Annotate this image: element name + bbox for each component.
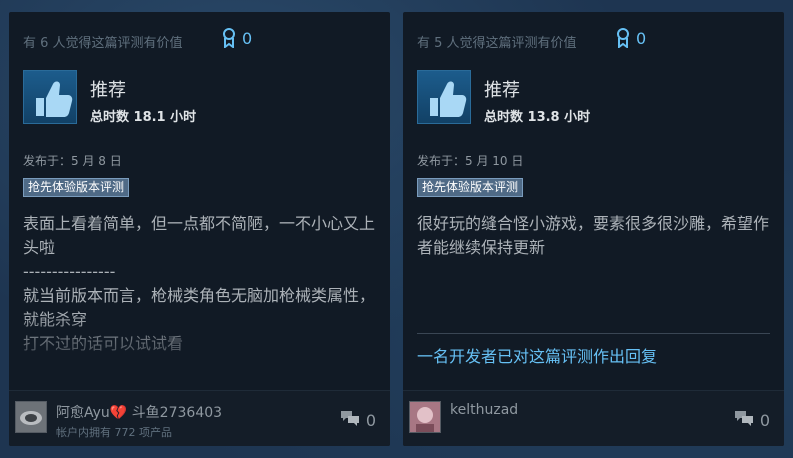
comment-count: 0	[759, 410, 770, 430]
posted-date: 发布于：5 月 8 日	[23, 154, 122, 168]
helpful-count: 有 6 人觉得这篇评测有价值	[23, 36, 183, 51]
broken-heart-icon: 💔	[109, 405, 128, 421]
posted-date: 发布于：5 月 10 日	[417, 154, 524, 168]
comment-count: 0	[365, 410, 376, 430]
award-ribbon-icon	[616, 28, 630, 48]
review-footer: 阿愈Ayu💔 斗鱼2736403 帐户内拥有 772 项产品 0	[9, 390, 390, 446]
early-access-badge: 抢先体验版本评测	[23, 178, 130, 197]
award-button[interactable]: 0	[616, 28, 646, 48]
comments-button[interactable]: 0	[734, 409, 770, 431]
award-button[interactable]: 0	[222, 28, 252, 48]
comments-button[interactable]: 0	[340, 409, 376, 431]
avatar[interactable]	[409, 401, 441, 433]
review-footer: kelthuzad 0	[403, 390, 784, 446]
recommendation-title[interactable]: 推荐	[90, 76, 126, 102]
author-name[interactable]: 阿愈Ayu💔 斗鱼2736403	[56, 402, 222, 422]
comment-bubbles-icon	[734, 409, 754, 431]
review-body[interactable]: 表面上看着简单，但一点都不简陋，一不小心又上头啦 ---------------…	[23, 212, 379, 356]
award-ribbon-icon	[222, 28, 236, 48]
award-count: 0	[636, 28, 647, 48]
review-body[interactable]: 很好玩的缝合怪小游戏，要素很多很沙雕，希望作者能继续保持更新	[417, 212, 773, 260]
comment-bubbles-icon	[340, 409, 360, 431]
thumbs-up-icon[interactable]	[417, 70, 471, 124]
author-name[interactable]: kelthuzad	[450, 402, 518, 418]
products-owned: 帐户内拥有 772 项产品	[56, 426, 172, 439]
hours-played: 总时数 13.8 小时	[484, 110, 591, 125]
early-access-badge: 抢先体验版本评测	[417, 178, 524, 197]
helpful-count: 有 5 人觉得这篇评测有价值	[417, 36, 577, 51]
divider	[417, 333, 770, 334]
developer-reply-link[interactable]: 一名开发者已对这篇评测作出回复	[417, 343, 657, 367]
award-count: 0	[242, 28, 253, 48]
thumbs-up-icon[interactable]	[23, 70, 77, 124]
hours-played: 总时数 18.1 小时	[90, 110, 197, 125]
review-card: 有 6 人觉得这篇评测有价值 0 推荐 总时数 18.1 小时 发布于：5 月 …	[9, 12, 390, 446]
review-card: 有 5 人觉得这篇评测有价值 0 推荐 总时数 13.8 小时 发布于：5 月 …	[403, 12, 784, 446]
avatar[interactable]	[15, 401, 47, 433]
recommendation-title[interactable]: 推荐	[484, 76, 520, 102]
